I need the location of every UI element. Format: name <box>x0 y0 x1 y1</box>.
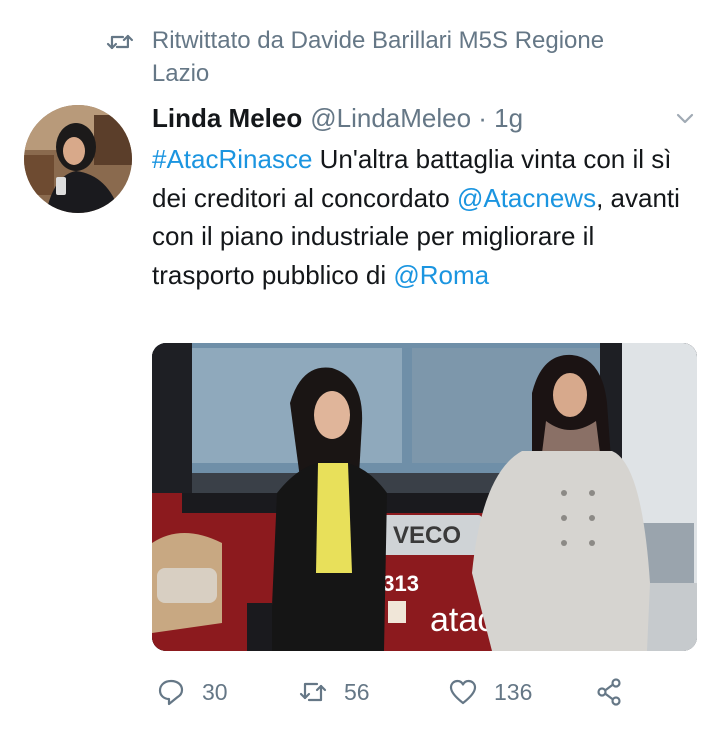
retweet-icon <box>299 682 327 702</box>
reply-button[interactable]: 30 <box>156 672 228 712</box>
retweet-count: 56 <box>344 678 370 705</box>
retweeted-by-row[interactable]: Ritwittato da Davide Barillari M5S Regio… <box>106 24 666 90</box>
bus-grille-text: VECO <box>393 522 461 549</box>
avatar[interactable] <box>24 105 132 213</box>
retweet-icon <box>106 34 133 50</box>
tweet-actions: 30 56 136 <box>152 672 697 712</box>
retweet-button[interactable]: 56 <box>298 672 370 712</box>
share-button[interactable] <box>594 672 624 712</box>
retweeted-by-text: Ritwittato da Davide Barillari M5S Regio… <box>151 27 605 87</box>
handle-and-time[interactable]: @LindaMeleo · 1g <box>310 103 523 134</box>
caret-down-icon[interactable] <box>673 106 697 130</box>
display-name[interactable]: Linda Meleo <box>152 103 302 134</box>
mention-link[interactable]: @Atacnews <box>457 183 596 213</box>
like-button[interactable]: 136 <box>448 672 532 712</box>
like-icon <box>449 679 477 705</box>
reply-icon <box>158 679 184 706</box>
like-count: 136 <box>494 678 533 705</box>
mention-link[interactable]: @Roma <box>393 260 489 290</box>
share-icon <box>597 678 621 706</box>
tweet-header: Linda Meleo @LindaMeleo · 1g <box>152 100 697 136</box>
tweet-photo[interactable]: VECO 3313 atac <box>152 343 697 651</box>
tweet-text: #AtacRinasce Un'altra battaglia vinta co… <box>152 140 697 294</box>
reply-count: 30 <box>202 678 228 705</box>
hashtag-link[interactable]: #AtacRinasce <box>152 144 312 174</box>
